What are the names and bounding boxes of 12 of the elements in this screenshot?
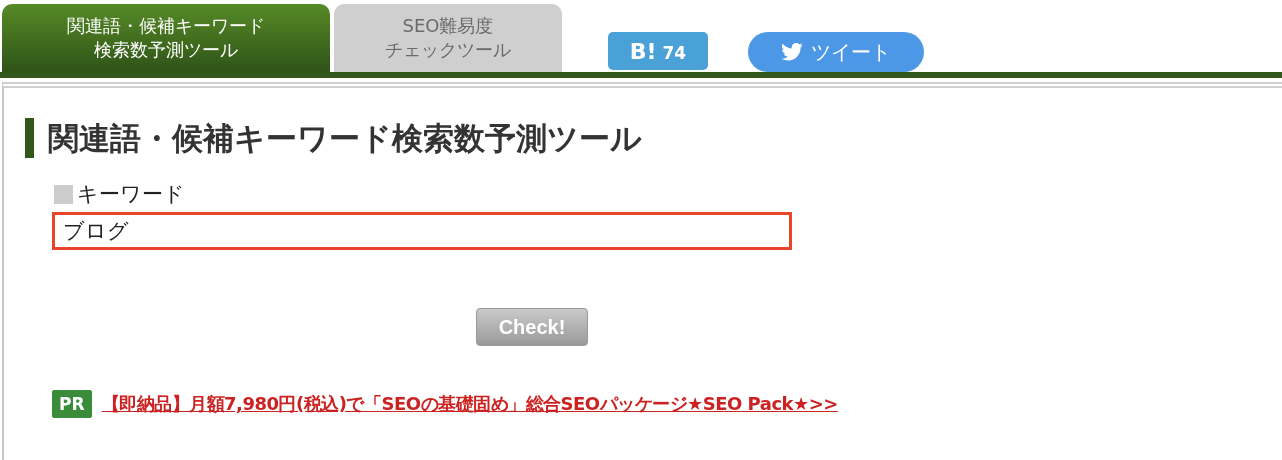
keyword-field[interactable]: ブログ (52, 212, 792, 250)
check-button[interactable]: Check! (476, 308, 588, 346)
bookmark-count-button[interactable]: B! 74 (608, 32, 708, 70)
page-heading: 関連語・候補キーワード検索数予測ツール (25, 118, 1282, 158)
ad-link[interactable]: 【即納品】月額7,980円(税込)で「SEOの基礎固め」総合SEOパッケージ★SEO Pack★>> (101, 392, 838, 416)
pr-badge: PR (52, 390, 92, 418)
tab[interactable]: SEO難易度 チェックツール (334, 4, 562, 72)
keyword-label: キーワード (77, 181, 185, 208)
square-icon (54, 184, 73, 204)
bird-icon (781, 43, 803, 61)
tweet-button[interactable]: ツイート (748, 32, 924, 72)
tab[interactable]: 関連語・候補キーワード 検索数予測ツール (2, 4, 330, 72)
